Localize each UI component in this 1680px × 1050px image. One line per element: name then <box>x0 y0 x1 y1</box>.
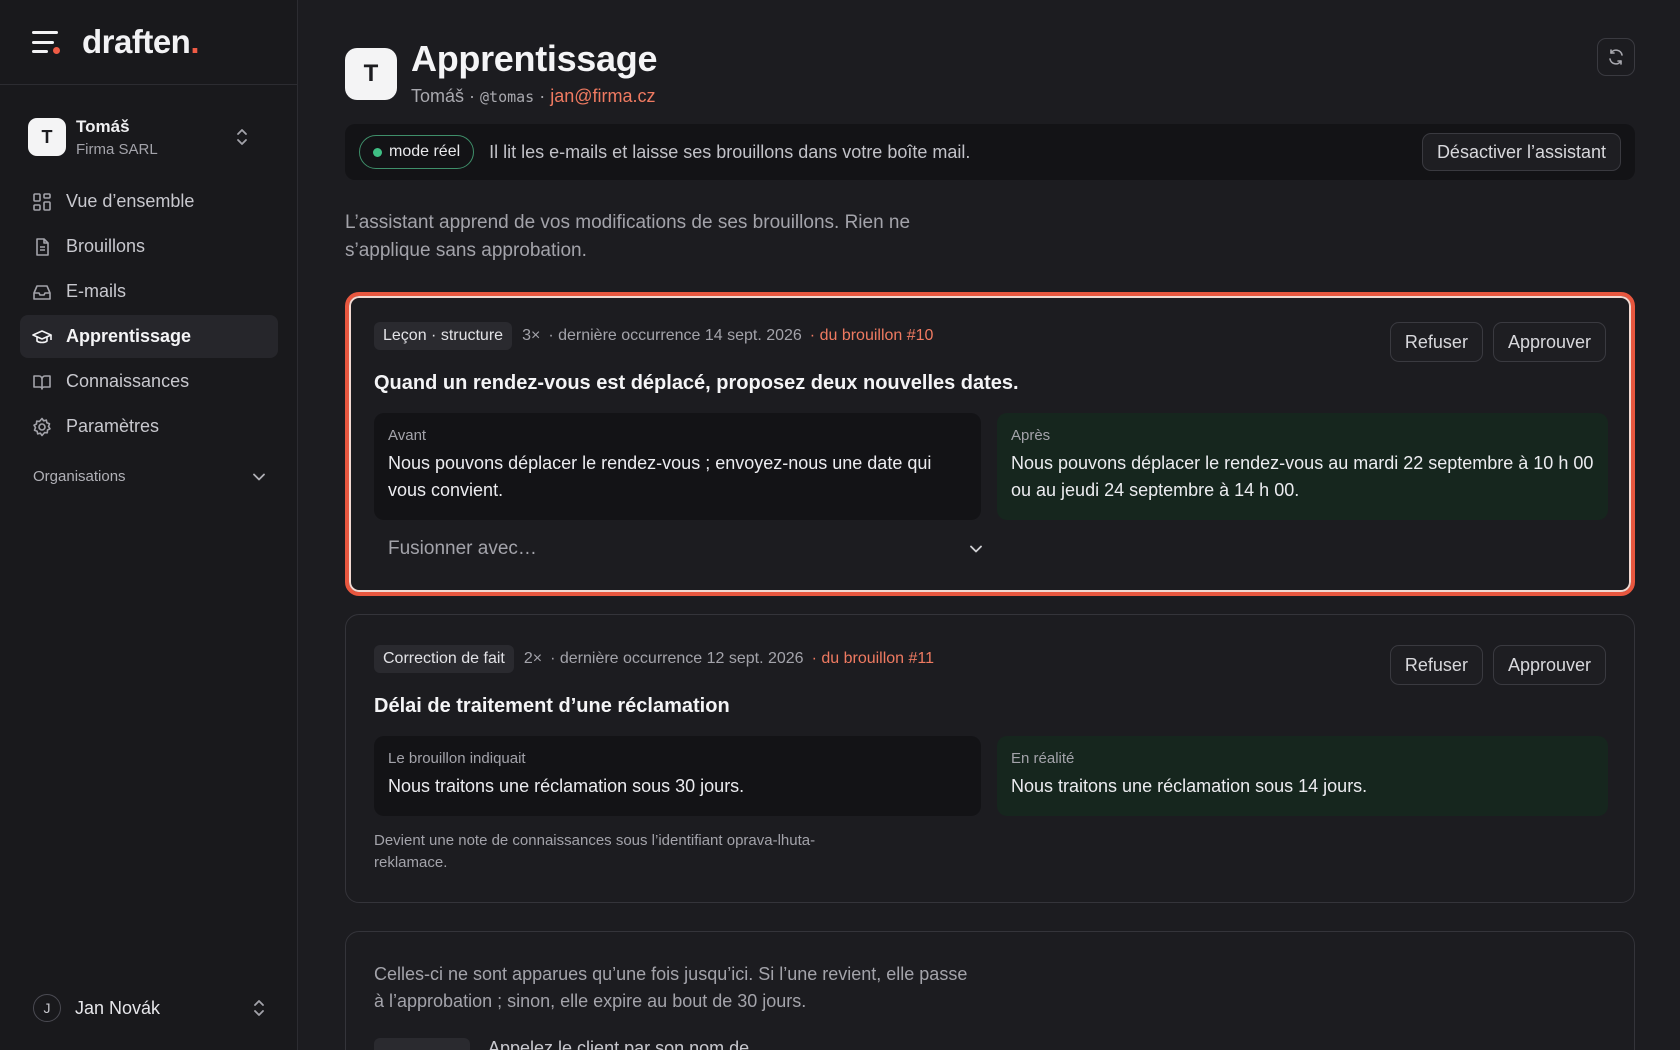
pending-explanation: Celles-ci ne sont apparues qu’une fois j… <box>374 964 968 1011</box>
assistant-avatar: T <box>345 48 397 100</box>
page-header: T Apprentissage Tomáš · @tomas · jan@fir… <box>345 38 1635 110</box>
knowledge-note: Devient une note de connaissances sous l… <box>374 832 816 871</box>
workspace-switcher[interactable]: T Tomáš Firma SARL <box>20 108 278 166</box>
occurrence-count: 2× <box>523 650 543 667</box>
graduation-cap-icon <box>32 329 52 343</box>
refresh-button[interactable] <box>1597 38 1635 76</box>
after-panel: Après Nous pouvons déplacer le rendez-vo… <box>997 413 1608 520</box>
source-draft-link[interactable]: · du brouillon #10 <box>810 327 934 345</box>
sidebar-item-overview[interactable]: Vue d’ensemble <box>20 180 278 223</box>
book-icon <box>33 374 51 390</box>
brand-logo[interactable]: draften. <box>82 23 199 61</box>
before-label: Avant <box>388 427 427 444</box>
pending-lesson-row[interactable]: Appelez le client par son nom de <box>374 1038 1074 1050</box>
chevron-down-icon <box>253 473 265 480</box>
sidebar-item-drafts[interactable]: Brouillons <box>20 225 278 268</box>
lesson-meta: Correction de fait 2× · dernière occurre… <box>374 645 934 673</box>
approve-button[interactable]: Approuver <box>1492 322 1606 362</box>
sidebar-item-label: Apprentissage <box>66 326 192 346</box>
page-subtitle: Tomáš · @tomas · jan@firma.cz <box>411 86 656 106</box>
brand-bar: draften. <box>0 0 297 85</box>
status-dot-icon <box>373 147 382 157</box>
mode-description: Il lit les e-mails et laisse ses brouill… <box>489 141 971 162</box>
sidebar-item-emails[interactable]: E-mails <box>20 270 278 313</box>
gear-icon <box>33 417 51 436</box>
after-text: Nous pouvons déplacer le rendez-vous au … <box>1011 453 1594 500</box>
after-text: Nous traitons une réclamation sous 14 jo… <box>1011 776 1368 796</box>
inbox-icon <box>33 284 51 300</box>
grid-icon <box>33 192 51 211</box>
workspace-name: Tomáš <box>76 116 130 136</box>
lesson-title: Délai de traitement d’une réclamation <box>374 695 730 717</box>
before-text: Nous pouvons déplacer le rendez-vous ; e… <box>388 453 932 500</box>
main-content: T Apprentissage Tomáš · @tomas · jan@fir… <box>345 0 1635 1050</box>
lesson-type-tag: Correction de fait <box>374 645 514 673</box>
menu-icon[interactable] <box>32 31 60 54</box>
sidebar: draften. T Tomáš Firma SARL Vue d’ensemb… <box>0 0 298 1050</box>
before-label: Le brouillon indiquait <box>388 750 526 767</box>
lesson-type-tag <box>374 1038 470 1050</box>
lesson-actions: Refuser Approuver <box>1380 645 1606 685</box>
assistant-handle: @tomas <box>480 88 535 106</box>
sidebar-item-label: Vue d’ensemble <box>66 191 195 211</box>
approve-button[interactable]: Approuver <box>1492 645 1606 685</box>
assistant-name: Tomáš <box>411 86 465 106</box>
before-panel: Avant Nous pouvons déplacer le rendez-vo… <box>374 413 981 520</box>
chevrons-updown-icon <box>254 1000 264 1016</box>
sidebar-item-settings[interactable]: Paramètres <box>20 405 278 448</box>
sidebar-item-label: Connaissances <box>66 371 190 391</box>
merge-placeholder: Fusionner avec… <box>388 538 537 559</box>
pending-lesson-title: Appelez le client par son nom de <box>488 1038 750 1050</box>
lesson-card-selected[interactable]: Leçon · structure 3× · dernière occurren… <box>345 292 1635 596</box>
disable-assistant-button[interactable]: Désactiver l’assistant <box>1421 133 1621 171</box>
lesson-meta: Leçon · structure 3× · dernière occurren… <box>374 322 933 350</box>
sidebar-item-knowledge[interactable]: Connaissances <box>20 360 278 403</box>
user-menu[interactable]: J Jan Novák <box>33 993 265 1023</box>
sidebar-item-label: Brouillons <box>66 236 146 256</box>
mode-banner: mode réel Il lit les e-mails et laisse s… <box>345 124 1635 180</box>
assistant-email-link[interactable]: jan@firma.cz <box>550 86 655 106</box>
reject-button[interactable]: Refuser <box>1389 645 1483 685</box>
occurrence-count: 3× <box>522 327 541 344</box>
workspace-company: Firma SARL <box>76 140 158 158</box>
before-panel: Le brouillon indiquait Nous traitons une… <box>374 736 981 816</box>
page-title: Apprentissage <box>411 38 658 79</box>
chevrons-updown-icon <box>237 129 247 145</box>
chevron-down-icon <box>970 545 982 553</box>
user-name: Jan Novák <box>75 997 161 1018</box>
after-label: Après <box>1011 427 1051 444</box>
source-draft-link[interactable]: · du brouillon #11 <box>812 650 934 668</box>
last-occurrence: · dernière occurrence 14 sept. 2026 <box>548 327 802 344</box>
sidebar-item-label: E-mails <box>66 281 127 301</box>
sidebar-item-label: Paramètres <box>66 416 160 436</box>
mode-badge: mode réel <box>359 135 475 169</box>
user-avatar: J <box>33 994 61 1022</box>
lesson-type-tag: Leçon · structure <box>374 322 513 350</box>
main-nav: Vue d’ensemble Brouillons E-mails Appren… <box>20 180 278 450</box>
organizations-section-toggle[interactable]: Organisations <box>33 468 265 485</box>
after-label: En réalité <box>1011 750 1075 767</box>
reject-button[interactable]: Refuser <box>1389 322 1483 362</box>
sidebar-item-learning[interactable]: Apprentissage <box>20 315 278 358</box>
lesson-actions: Refuser Approuver <box>1380 322 1606 362</box>
workspace-avatar: T <box>28 118 66 156</box>
last-occurrence: · dernière occurrence 12 sept. 2026 <box>550 650 804 667</box>
lesson-card[interactable]: Correction de fait 2× · dernière occurre… <box>345 614 1635 903</box>
after-panel: En réalité Nous traitons une réclamation… <box>997 736 1608 816</box>
intro-text: L’assistant apprend de vos modifications… <box>345 212 911 261</box>
document-icon <box>36 237 49 256</box>
organizations-label: Organisations <box>33 468 126 485</box>
merge-select[interactable]: Fusionner avec… <box>374 528 994 570</box>
lesson-title: Quand un rendez-vous est déplacé, propos… <box>374 372 1019 394</box>
refresh-icon <box>1609 49 1623 65</box>
before-text: Nous traitons une réclamation sous 30 jo… <box>388 776 745 796</box>
pending-lessons-card: Celles-ci ne sont apparues qu’une fois j… <box>345 931 1635 1050</box>
